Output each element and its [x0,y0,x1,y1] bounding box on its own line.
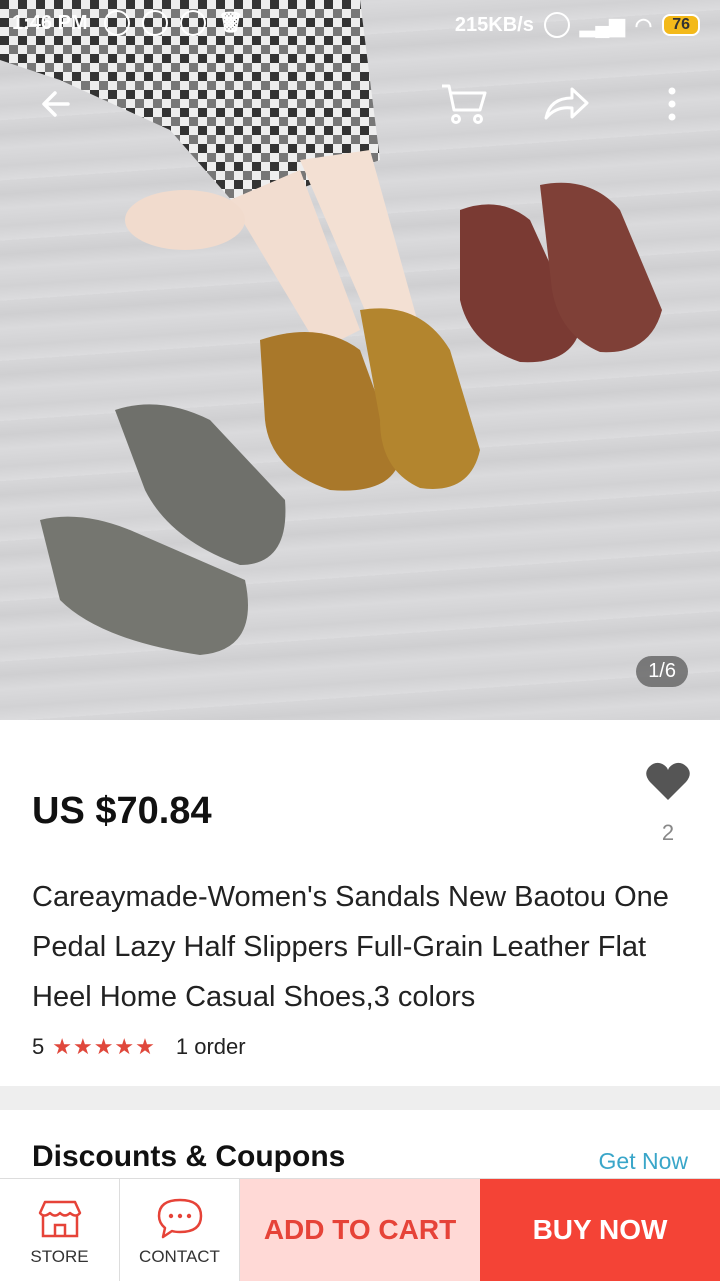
bottom-action-bar: STORE CONTACT ADD TO CART BUY NOW [0,1178,720,1281]
star-icons: ★★★★★ [52,1034,156,1059]
share-button[interactable] [542,80,590,128]
cart-button[interactable] [440,80,488,128]
share-icon [544,87,589,120]
product-price: US $70.84 [32,790,212,832]
status-time: 1:46 PM [12,12,88,34]
buy-now-button[interactable]: BUY NOW [480,1179,720,1281]
section-divider [0,1086,720,1110]
wishlist-count: 2 [661,820,675,845]
store-label: STORE [30,1247,89,1266]
get-now-link[interactable]: Get Now [599,1148,688,1175]
chat-icon [180,10,206,36]
more-vertical-icon [668,87,676,121]
discounts-title: Discounts & Coupons [32,1140,346,1173]
contact-button[interactable]: CONTACT [120,1179,240,1281]
image-counter: 1/6 [636,656,688,687]
product-photo [0,0,662,655]
add-to-cart-button[interactable]: ADD TO CART [240,1179,480,1281]
wifi-icon: ◠ [634,14,653,37]
status-bar: 1:46 PM 🗑 215KB/s ▂▄▆ ◠ 76 [0,0,720,48]
rating-row[interactable]: 5 ★★★★★ 1 order [32,1034,246,1060]
messenger-icon [104,10,130,36]
product-image[interactable]: 1:46 PM 🗑 215KB/s ▂▄▆ ◠ 76 1/6 [0,0,720,720]
store-icon [38,1200,81,1238]
alarm-icon [543,12,570,38]
order-count: 1 order [175,1034,246,1059]
cart-icon [442,84,487,124]
whatsapp-icon [142,10,168,36]
heart-icon [646,762,690,800]
trash-icon: 🗑 [218,12,244,34]
more-options-button[interactable] [648,80,696,128]
wishlist-button[interactable] [644,760,692,807]
battery-indicator: 76 [662,14,700,36]
signal-icon: ▂▄▆ [579,14,625,37]
chat-bubble-icon [157,1198,202,1239]
back-arrow-icon [42,91,70,117]
contact-label: CONTACT [139,1247,220,1266]
product-title: Careaymade-Women's Sandals New Baotou On… [32,881,669,1013]
store-button[interactable]: STORE [0,1179,120,1281]
rating-value: 5 [32,1034,45,1059]
back-button[interactable] [32,80,80,128]
network-speed: 215KB/s [454,13,534,36]
